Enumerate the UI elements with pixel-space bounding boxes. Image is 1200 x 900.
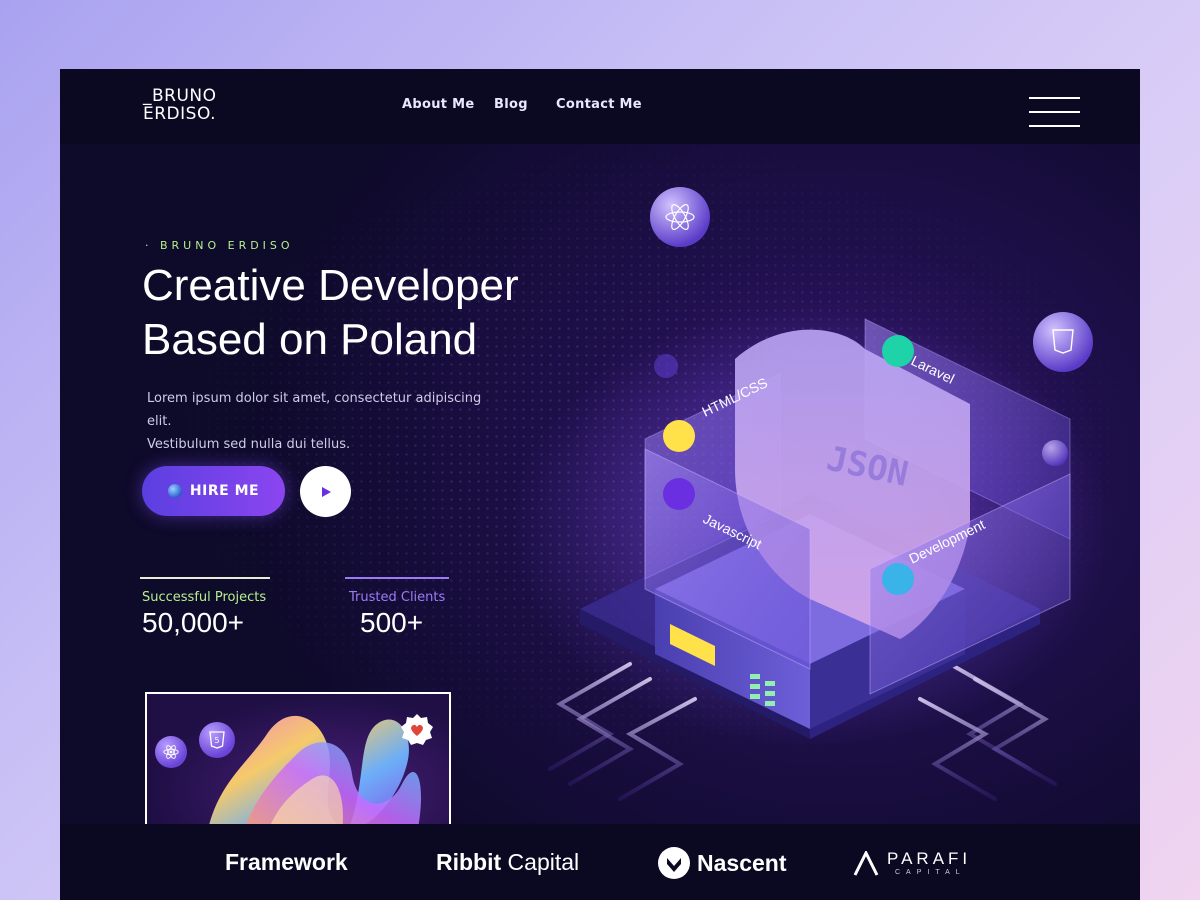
globe-icon [167, 484, 182, 498]
partner-framework: Framework [225, 849, 348, 875]
svg-text:5: 5 [214, 736, 219, 745]
play-video-button[interactable] [300, 466, 351, 517]
react-badge [155, 736, 187, 768]
stat-value-projects: 50,000+ [142, 607, 244, 638]
partner-parafi-sub: CAPITAL [895, 869, 966, 876]
partner-parafi: PARAFI CAPITAL [853, 849, 983, 879]
html5-icon: 5 [209, 731, 225, 749]
html5-badge: 5 [199, 722, 235, 758]
html5-orb [1033, 312, 1093, 372]
hero-eyebrow: · BRUNO ERDISO [145, 239, 294, 252]
partner-nascent: Nascent [657, 846, 786, 880]
hero-description: Lorem ipsum dolor sit amet, consectetur … [147, 387, 507, 456]
top-nav: _BRUNO ERDISO. About Me Blog Contact Me [60, 69, 1140, 144]
hero-illustration: JSON HTML/CSS Laravel Javascript Develop… [480, 169, 1140, 829]
logo-line-1: _BRUNO [143, 86, 217, 106]
hire-me-button[interactable]: HIRE ME [142, 466, 285, 516]
stat-label-clients: Trusted Clients [349, 590, 446, 605]
nav-about-me[interactable]: About Me [402, 97, 474, 112]
nav-blog[interactable]: Blog [494, 97, 528, 112]
parafi-logo-icon [853, 851, 879, 876]
hero-description-line-2: Vestibulum sed nulla dui tellus. [147, 437, 351, 452]
partner-ribbit-light: Capital [507, 849, 580, 875]
stat-divider-clients [345, 577, 449, 579]
partner-ribbit-bold: Ribbit [436, 849, 502, 875]
play-icon [321, 486, 331, 497]
heart-badge[interactable] [399, 712, 435, 748]
partner-logos-bar: Framework Ribbit Capital Nascent PARAFI … [60, 824, 1140, 900]
isometric-server-art: JSON HTML/CSS Laravel Javascript Develop… [510, 187, 1110, 801]
hire-me-label: HIRE ME [189, 483, 260, 499]
react-orb [650, 187, 710, 247]
small-orb-left [654, 354, 678, 378]
showcase-card[interactable]: 5 [145, 692, 451, 832]
logo-line-2: ERDISO. [143, 104, 217, 124]
nav-contact-me[interactable]: Contact Me [556, 97, 642, 112]
html5-panel-icon [663, 420, 695, 452]
react-icon [163, 745, 179, 759]
nascent-logo-icon [658, 847, 690, 879]
partner-parafi-label: PARAFI [887, 849, 972, 868]
partner-nascent-label: Nascent [697, 849, 787, 876]
stat-value-clients: 500+ [360, 607, 424, 638]
hero-description-line-1: Lorem ipsum dolor sit amet, consectetur … [147, 391, 482, 429]
react-panel-icon [663, 478, 695, 510]
stat-label-projects: Successful Projects [142, 590, 267, 605]
laravel-panel-icon [882, 335, 914, 367]
stat-divider-projects [140, 577, 270, 579]
development-panel-icon [882, 563, 914, 595]
small-orb-right [1042, 440, 1068, 466]
site-logo[interactable]: _BRUNO ERDISO. [143, 87, 217, 123]
landing-page: _BRUNO ERDISO. About Me Blog Contact Me … [60, 69, 1140, 900]
menu-hamburger-icon[interactable] [1029, 97, 1080, 129]
partner-ribbit-capital: Ribbit Capital [436, 849, 579, 876]
heart-icon [401, 714, 433, 745]
